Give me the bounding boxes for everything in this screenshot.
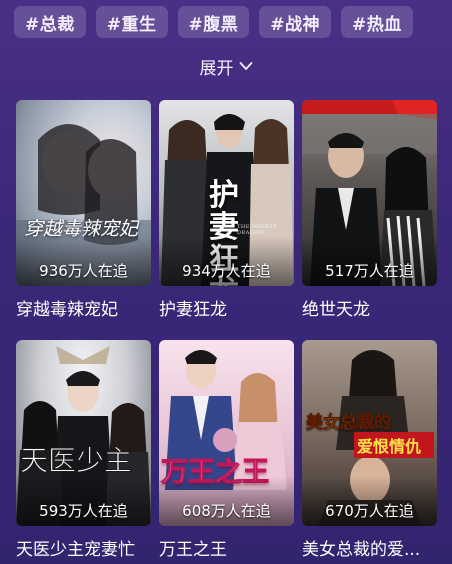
drama-poster[interactable]: 万王之王 608万人在追 <box>159 340 294 526</box>
drama-grid: 穿越毒辣宠妃 936万人在追 穿越毒辣宠妃 护妻狂龙 THE MIGHTY DR… <box>16 100 437 560</box>
tag-chip[interactable]: #腹黑 <box>177 6 250 38</box>
drama-poster[interactable]: 穿越毒辣宠妃 936万人在追 <box>16 100 151 286</box>
view-count: 517万人在追 <box>325 262 414 280</box>
drama-card[interactable]: 美女总裁的 爱恨情仇 670万人在追 美女总裁的爱... <box>302 340 437 560</box>
drama-poster[interactable]: 517万人在追 <box>302 100 437 286</box>
tag-chip[interactable]: #总裁 <box>14 6 86 38</box>
tag-chip[interactable]: #热血 <box>341 6 413 38</box>
view-count: 670万人在追 <box>325 502 414 520</box>
drama-card[interactable]: 517万人在追 绝世天龙 <box>302 100 437 320</box>
tag-chip[interactable]: #重生 <box>95 6 168 38</box>
drama-card[interactable]: 万王之王 608万人在追 万王之王 <box>159 340 294 560</box>
drama-poster[interactable]: 护妻狂龙 THE MIGHTY DRAGON 934万人在追 <box>159 100 294 286</box>
view-count: 936万人在追 <box>39 262 128 280</box>
drama-title[interactable]: 绝世天龙 <box>302 295 437 320</box>
drama-title[interactable]: 万王之王 <box>159 535 294 560</box>
expand-button[interactable]: 展开 <box>0 53 452 79</box>
chevron-down-icon <box>239 62 252 70</box>
drama-poster[interactable]: 美女总裁的 爱恨情仇 670万人在追 <box>302 340 437 526</box>
drama-title[interactable]: 美女总裁的爱... <box>302 535 437 560</box>
drama-card[interactable]: 天医少主 593万人在追 天医少主宠妻忙 <box>16 340 151 560</box>
view-count: 593万人在追 <box>39 502 128 520</box>
tag-chip[interactable]: #战神 <box>259 6 331 38</box>
expand-label: 展开 <box>199 58 234 79</box>
drama-title[interactable]: 护妻狂龙 <box>159 295 294 320</box>
view-count: 934万人在追 <box>182 262 271 280</box>
drama-card[interactable]: 护妻狂龙 THE MIGHTY DRAGON 934万人在追 护妻狂龙 <box>159 100 294 320</box>
tag-bar: #总裁 #重生 #腹黑 #战神 #热血 <box>14 6 413 38</box>
drama-title[interactable]: 穿越毒辣宠妃 <box>16 295 151 320</box>
drama-title[interactable]: 天医少主宠妻忙 <box>16 535 151 560</box>
view-count: 608万人在追 <box>182 502 271 520</box>
drama-poster[interactable]: 天医少主 593万人在追 <box>16 340 151 526</box>
drama-card[interactable]: 穿越毒辣宠妃 936万人在追 穿越毒辣宠妃 <box>16 100 151 320</box>
